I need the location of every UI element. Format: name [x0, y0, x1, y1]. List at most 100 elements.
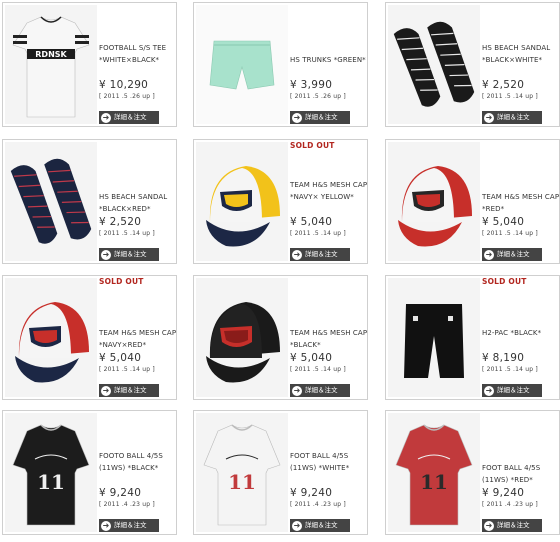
jersey-number: 11	[420, 470, 448, 494]
product-image[interactable]: 11	[5, 413, 97, 532]
product-card[interactable]: HS BEACH SANDAL *BLACK×WHITE* ¥ 2,520[ 20…	[385, 2, 560, 127]
product-image[interactable]: RDNSK	[5, 5, 97, 124]
product-info: FOOTBALL S/S TEE *WHITE×BLACK* ¥ 10,290[ …	[99, 3, 177, 126]
product-name[interactable]: TEAM H&S MESH CAP *BLACK*	[290, 328, 368, 351]
product-price: ¥ 8,190	[482, 352, 525, 364]
detail-order-button[interactable]: ➜ 詳細＆注文	[290, 384, 350, 397]
product-name[interactable]: TEAM H&S MESH CAP *NAVY× YELLOW*	[290, 180, 368, 203]
product-price: ¥ 5,040	[99, 352, 142, 364]
product-name[interactable]: FOOTBALL S/S TEE *WHITE×BLACK*	[99, 43, 177, 66]
product-image[interactable]	[196, 142, 288, 261]
product-card[interactable]: TEAM H&S MESH CAP *RED* ¥ 5,040 [ 2011 .5 …	[385, 139, 560, 264]
product-info: HS BEACH SANDAL *BLACK×RED* ¥ 2,520 [ 2011…	[99, 140, 177, 263]
product-name[interactable]: HS TRUNKS *GREEN*	[290, 55, 368, 67]
product-price: ¥ 9,240	[99, 486, 142, 499]
detail-order-button[interactable]: ➜ 詳細＆注文	[99, 519, 159, 532]
product-name[interactable]: H2-PAC *BLACK*	[482, 328, 560, 340]
product-card[interactable]: HS TRUNKS *GREEN* ¥ 3,990 [ 2011 .5 .26 up…	[193, 2, 368, 127]
product-name[interactable]: TEAM H&S MESH CAP *RED*	[482, 192, 560, 215]
product-price: ¥ 5,040	[290, 352, 333, 364]
detail-order-label: 詳細＆注文	[114, 386, 147, 394]
arrow-right-icon: ➜	[484, 385, 494, 396]
detail-order-button[interactable]: ➜ 詳細＆注文	[290, 111, 350, 124]
detail-order-label: 詳細＆注文	[305, 386, 338, 394]
detail-order-button[interactable]: ➜ 詳細＆注文	[99, 384, 159, 397]
product-info: FOOT BALL 4/5S (11WS) *RED* ¥ 9,240 [ 2011…	[482, 411, 560, 534]
detail-order-label: 詳細＆注文	[497, 386, 530, 394]
product-date: [ 2011 .5 .14 up ]	[99, 230, 155, 237]
detail-order-label: 詳細＆注文	[305, 113, 338, 121]
product-card[interactable]: 11 FOOT BALL 4/5S (11WS) *RED* ¥ 9,240 [ 20…	[385, 410, 560, 535]
product-price: ¥ 3,990	[290, 79, 333, 91]
arrow-right-icon: ➜	[101, 112, 111, 123]
detail-order-label: 詳細＆注文	[305, 250, 338, 258]
detail-order-label: 詳細＆注文	[497, 250, 530, 258]
arrow-right-icon: ➜	[101, 385, 111, 396]
product-price: ¥ 5,040	[482, 216, 525, 228]
product-image[interactable]	[388, 142, 480, 261]
product-info: HS BEACH SANDAL *BLACK×WHITE* ¥ 2,520[ 20…	[482, 3, 560, 126]
product-name[interactable]: TEAM H&S MESH CAP *NAVY×RED*	[99, 328, 177, 351]
detail-order-label: 詳細＆注文	[305, 521, 338, 529]
product-name[interactable]: FOOT BALL 4/5S (11WS) *RED*	[482, 463, 560, 486]
product-image[interactable]	[5, 142, 97, 261]
detail-order-button[interactable]: ➜ 詳細＆注文	[482, 384, 542, 397]
product-info: TEAM H&S MESH CAP *BLACK* ¥ 5,040 [ 2011 .…	[290, 276, 368, 399]
arrow-right-icon: ➜	[101, 520, 111, 531]
product-image[interactable]	[388, 5, 480, 124]
product-date: [ 2011 .4 .23 up ]	[99, 500, 155, 508]
arrow-right-icon: ➜	[292, 112, 302, 123]
detail-order-button[interactable]: ➜ 詳細＆注文	[290, 519, 350, 532]
arrow-right-icon: ➜	[484, 520, 494, 531]
product-price: ¥ 10,290	[99, 78, 149, 91]
product-date: [ 2011 .5 .14 up ]	[99, 366, 155, 373]
arrow-right-icon: ➜	[292, 385, 302, 396]
product-image[interactable]	[388, 278, 480, 397]
detail-order-button[interactable]: ➜ 詳細＆注文	[482, 248, 542, 261]
product-image[interactable]	[196, 5, 288, 124]
arrow-right-icon: ➜	[484, 249, 494, 260]
product-date: [ 2011 .5 .26 up ]	[99, 92, 155, 100]
sold-out-label: SOLD OUT	[482, 277, 527, 286]
product-name[interactable]: HS BEACH SANDAL *BLACK×RED*	[99, 192, 177, 215]
detail-order-button[interactable]: ➜ 詳細＆注文	[290, 248, 350, 261]
product-price: ¥ 2,520	[482, 78, 525, 91]
product-card[interactable]: SOLD OUT H2-PAC *BLACK* ¥ 8,190 [ 2011 .5 .…	[385, 275, 560, 400]
arrow-right-icon: ➜	[292, 520, 302, 531]
product-price: ¥ 9,240	[290, 486, 333, 499]
detail-order-button[interactable]: ➜ 詳細＆注文	[482, 111, 542, 124]
product-date: [ 2011 .4 .23 up ]	[290, 500, 346, 508]
product-image[interactable]: 11	[196, 413, 288, 532]
product-card[interactable]: SOLD OUT TEAM H&S MESH CAP *NAVY× YELLOW*…	[193, 139, 368, 264]
product-card[interactable]: 11 FOOT BALL 4/5S (11WS) *WHITE* ¥ 9,240[ …	[193, 410, 368, 535]
product-card[interactable]: 11 FOOTO BALL 4/5S (11WS) *BLACK* ¥ 9,240[…	[2, 410, 177, 535]
arrow-right-icon: ➜	[484, 112, 494, 123]
product-card[interactable]: TEAM H&S MESH CAP *BLACK* ¥ 5,040 [ 2011 .…	[193, 275, 368, 400]
product-image[interactable]: 11	[388, 413, 480, 532]
jersey-number: 11	[228, 470, 256, 494]
detail-order-label: 詳細＆注文	[497, 521, 530, 529]
product-image[interactable]	[196, 278, 288, 397]
jersey-number: 11	[37, 470, 65, 494]
product-date: [ 2011 .5 .14 up ]	[482, 92, 538, 100]
arrow-right-icon: ➜	[292, 249, 302, 260]
product-card[interactable]: SOLD OUT TEAM H&S MESH CAP *NAVY×RED* ¥ 5,…	[2, 275, 177, 400]
arrow-right-icon: ➜	[101, 249, 111, 260]
product-date: [ 2011 .5 .14 up ]	[290, 229, 346, 237]
product-date: [ 2011 .5 .14 up ]	[482, 366, 538, 373]
product-name[interactable]: HS BEACH SANDAL *BLACK×WHITE*	[482, 43, 560, 66]
product-info: FOOT BALL 4/5S (11WS) *WHITE* ¥ 9,240[ 20…	[290, 411, 368, 534]
detail-order-label: 詳細＆注文	[114, 113, 147, 121]
product-card[interactable]: HS BEACH SANDAL *BLACK×RED* ¥ 2,520 [ 2011…	[2, 139, 177, 264]
product-info: HS TRUNKS *GREEN* ¥ 3,990 [ 2011 .5 .26 up…	[290, 3, 368, 126]
detail-order-button[interactable]: ➜ 詳細＆注文	[99, 111, 159, 124]
detail-order-button[interactable]: ➜ 詳細＆注文	[99, 248, 159, 261]
product-image[interactable]	[5, 278, 97, 397]
product-card[interactable]: RDNSK FOOTBALL S/S TEE *WHITE×BLACK* ¥ 10,…	[2, 2, 177, 127]
detail-order-label: 詳細＆注文	[497, 113, 530, 121]
product-name[interactable]: FOOT BALL 4/5S (11WS) *WHITE*	[290, 451, 368, 474]
product-info: SOLD OUT TEAM H&S MESH CAP *NAVY× YELLOW*…	[290, 140, 368, 263]
product-name[interactable]: FOOTO BALL 4/5S (11WS) *BLACK*	[99, 451, 177, 474]
detail-order-button[interactable]: ➜ 詳細＆注文	[482, 519, 542, 532]
sold-out-label: SOLD OUT	[290, 141, 335, 150]
